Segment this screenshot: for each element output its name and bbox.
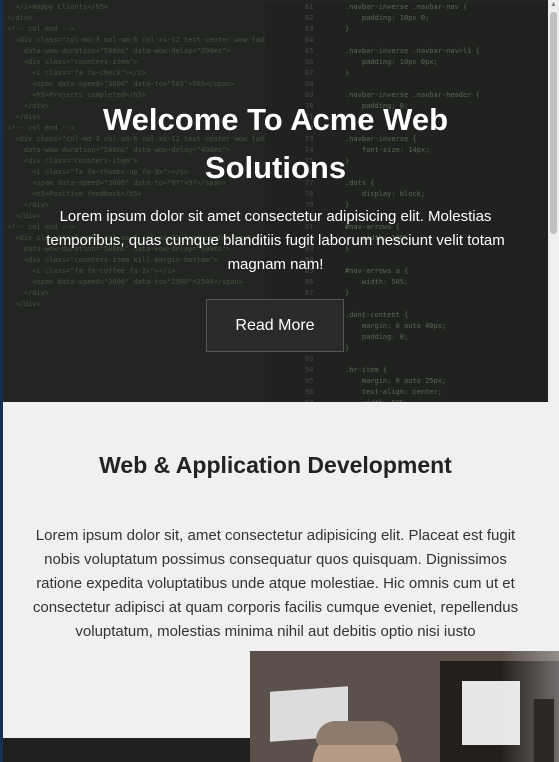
scrollbar-thumb[interactable] [550,12,557,234]
scroll-up-arrow-icon[interactable]: ▲ [550,1,557,9]
webcam-shelf [532,699,554,762]
section-title: Web & Application Development [99,452,452,478]
section-description: Lorem ipsum dolor sit, amet consectetur … [32,527,519,640]
hero-title: Welcome To Acme Web Solutions [102,102,449,185]
webcam-overlay [250,651,559,762]
hero-content: Welcome To Acme Web Solutions Lorem ipsu… [3,0,548,402]
hero-description: Lorem ipsum dolor sit amet consectetur a… [46,208,505,273]
hero-section: </i>Happy Clients</h5> </div> <!-- col e… [3,0,548,402]
read-more-button[interactable]: Read More [206,299,344,352]
webcam-person-hair [316,721,398,745]
browser-page: </i>Happy Clients</h5> </div> <!-- col e… [0,0,559,762]
